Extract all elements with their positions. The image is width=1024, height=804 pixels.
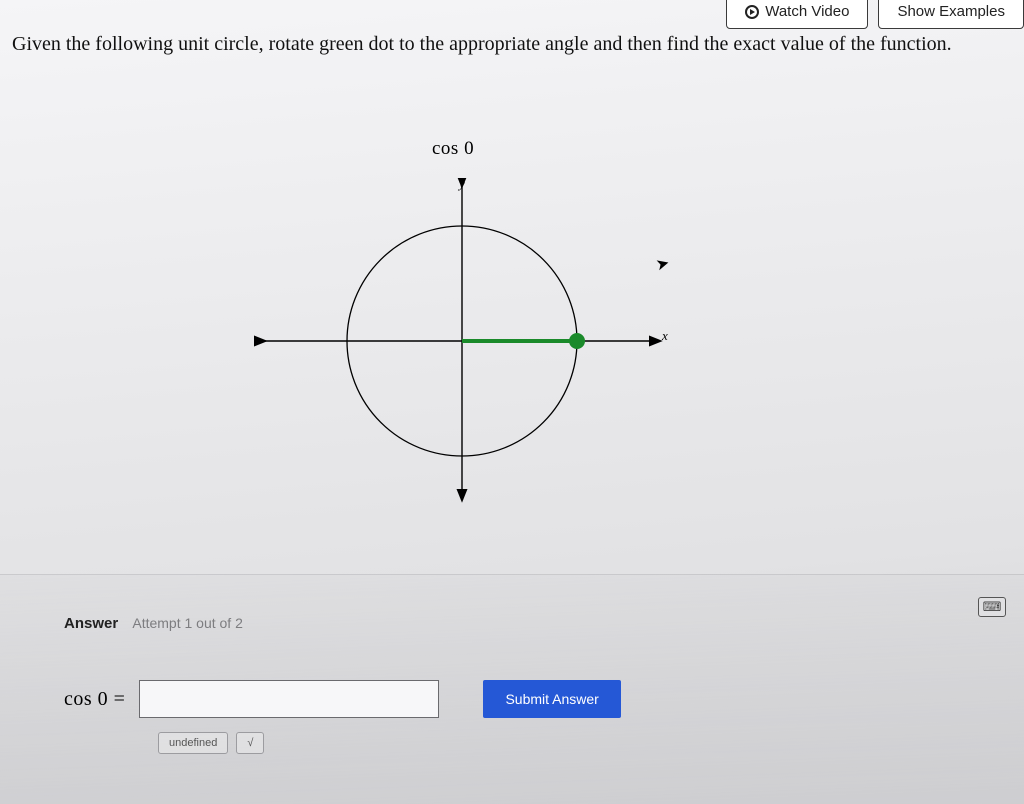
- x-axis-label: x: [662, 328, 668, 344]
- submit-answer-button[interactable]: Submit Answer: [483, 680, 620, 718]
- watch-video-label: Watch Video: [765, 3, 849, 20]
- play-icon: [745, 5, 759, 19]
- watch-video-button[interactable]: Watch Video: [726, 0, 868, 29]
- keypad-icon[interactable]: [978, 597, 1006, 617]
- sqrt-button[interactable]: √: [236, 732, 264, 754]
- answer-input[interactable]: [139, 680, 439, 718]
- unit-circle-diagram[interactable]: y x: [250, 178, 680, 508]
- problem-prompt: Given the following unit circle, rotate …: [12, 30, 1016, 58]
- y-axis-label: y: [459, 176, 465, 192]
- answer-heading-row: Answer Attempt 1 out of 2: [64, 615, 960, 632]
- attempt-counter: Attempt 1 out of 2: [132, 615, 243, 631]
- undefined-button[interactable]: undefined: [158, 732, 228, 754]
- show-examples-label: Show Examples: [897, 3, 1005, 20]
- green-dot[interactable]: [569, 333, 585, 349]
- function-label: cos 0: [432, 138, 474, 160]
- answer-lhs: cos 0 =: [64, 688, 125, 711]
- answer-panel: Answer Attempt 1 out of 2 cos 0 = Submit…: [0, 574, 1024, 804]
- answer-heading: Answer: [64, 615, 118, 632]
- show-examples-button[interactable]: Show Examples: [878, 0, 1024, 29]
